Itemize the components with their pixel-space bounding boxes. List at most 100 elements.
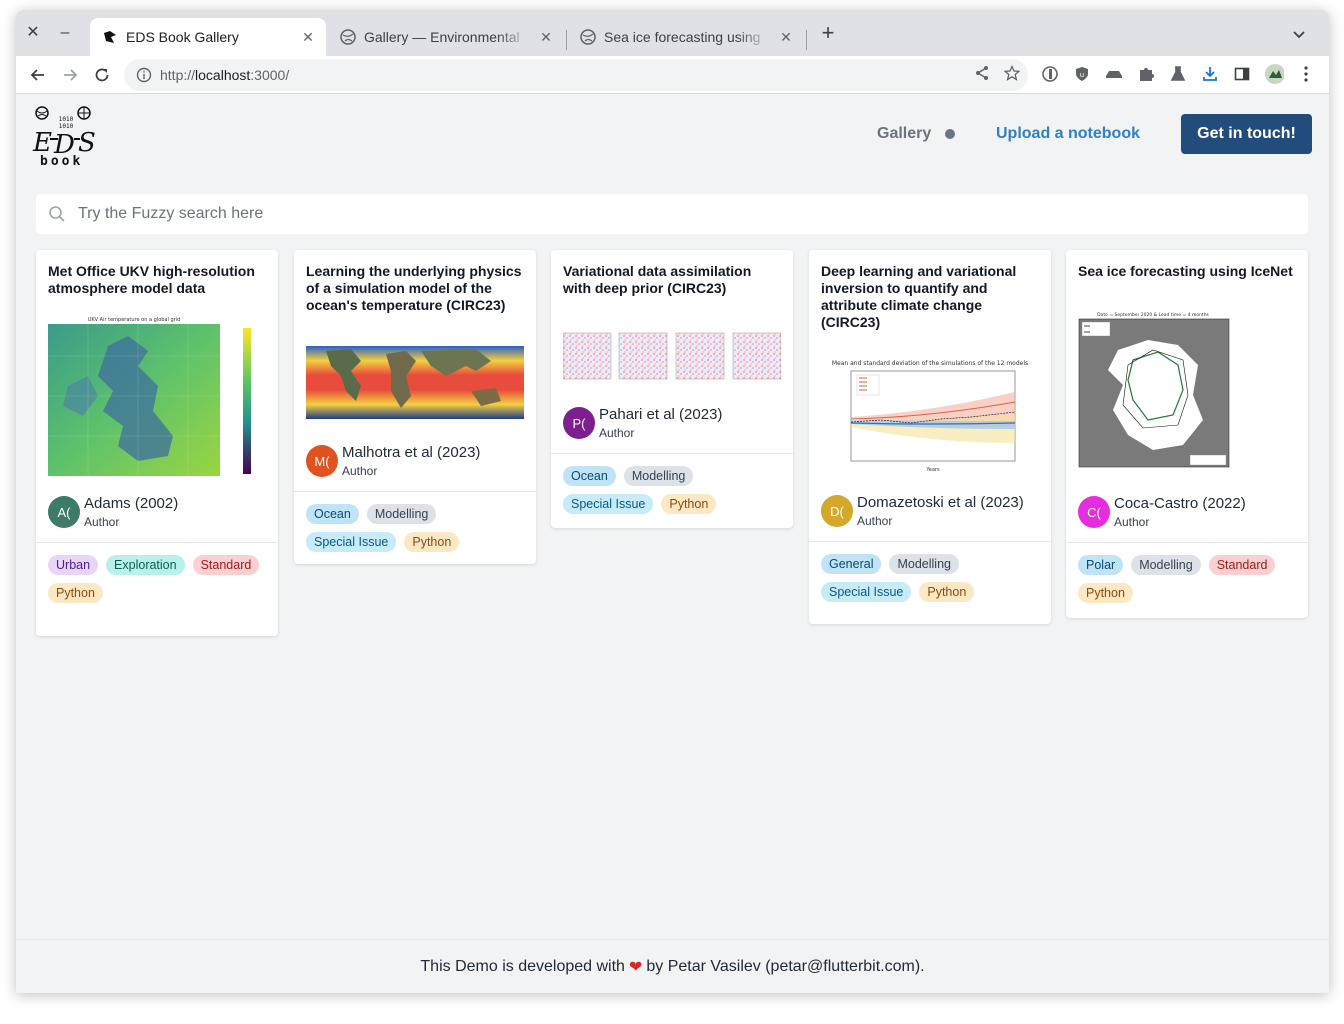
card-thumbnail[interactable]: Date = September 2020 & Lead time = 4 mo… [1078,310,1296,468]
new-tab-plus-icon[interactable]: + [816,22,840,46]
site-info-icon[interactable] [128,67,160,83]
card-title: Deep learning and variational inversion … [821,263,1017,330]
browser-window: ✕ – EDS Book Gallery ✕ Gallery — Environ… [16,10,1329,993]
tag-urban[interactable]: Urban [48,555,99,575]
notebook-card[interactable]: Variational data assimilation with deep … [551,250,793,528]
card-title: Variational data assimilation with deep … [563,263,752,296]
card-thumbnail[interactable]: Mean and standard deviation of the simul… [821,357,1039,479]
author-role: Author [857,514,893,528]
active-indicator-dot [945,129,956,139]
author-name: Pahari et al (2023) [599,406,723,423]
notebook-card[interactable]: Met Office UKV high-resolution atmospher… [36,250,278,636]
extension-flask-icon[interactable] [1168,64,1188,84]
close-tab-icon[interactable]: ✕ [538,29,554,46]
author-block: A( Adams (2002) Author [36,494,278,530]
address-bar[interactable]: http://localhost:3000/ [124,59,1028,91]
chevron-down-icon[interactable] [1289,24,1309,44]
tab-separator [806,30,807,50]
eds-book-logo[interactable]: 1010 1010 E D S book [30,101,102,169]
eds-favicon-icon [102,29,118,45]
tab-gallery-environmental[interactable]: Gallery — Environmental ✕ [328,18,564,56]
fuzzy-search-input[interactable]: Try the Fuzzy search here [36,194,1308,234]
tag-standard[interactable]: Standard [192,555,260,575]
tag-ocean[interactable]: Ocean [306,504,359,524]
tag-list: Ocean Modelling Special Issue Python [294,492,536,560]
author-name: Malhotra et al (2023) [342,444,481,461]
tag-python[interactable]: Python [404,532,460,552]
extensions-puzzle-icon[interactable] [1136,64,1156,84]
extension-privacy-icon[interactable] [1040,64,1060,84]
author-block: D( Domazetoski et al (2023) Author [809,493,1051,529]
tab-separator [566,30,567,50]
profile-avatar-icon[interactable] [1264,64,1284,84]
reload-icon[interactable] [88,61,116,89]
tag-modelling[interactable]: Modelling [889,554,959,574]
notebook-card[interactable]: Sea ice forecasting using IceNet Date = … [1066,250,1308,618]
tag-standard[interactable]: Standard [1208,555,1276,575]
back-arrow-icon[interactable] [24,61,52,89]
tag-list: Urban Exploration Standard Python [36,543,278,611]
minimize-window-icon[interactable]: – [52,20,78,46]
bookmark-star-icon[interactable] [1003,64,1021,86]
card-thumbnail[interactable]: UKV Air temperature on a global grid [48,316,266,482]
search-icon [48,205,68,223]
tag-polar[interactable]: Polar [1078,555,1124,575]
extension-car-icon[interactable] [1104,64,1124,84]
tab-eds-book-gallery[interactable]: EDS Book Gallery ✕ [90,18,326,56]
tab-sea-ice-forecasting[interactable]: Sea ice forecasting using ✕ [568,18,804,56]
tag-general[interactable]: General [821,554,882,574]
thumbnail-caption: UKV Air temperature on a global grid [88,317,181,323]
notebook-card[interactable]: Learning the underlying physics of a sim… [294,250,536,564]
tag-special-issue[interactable]: Special Issue [821,582,912,602]
tab-title: EDS Book Gallery [126,29,239,45]
tag-list: Ocean Modelling Special Issue Python [551,454,793,522]
nav-upload-link[interactable]: Upload a notebook [996,125,1140,143]
tag-python[interactable]: Python [919,582,975,602]
heart-icon: ❤ [628,958,643,976]
author-role: Author [599,426,635,440]
globe-icon [340,29,356,45]
tag-special-issue[interactable]: Special Issue [306,532,397,552]
avatar: P( [563,407,595,439]
download-icon[interactable] [1200,64,1220,84]
card-thumbnail[interactable] [562,329,782,381]
tag-modelling[interactable]: Modelling [366,504,437,524]
thumbnail-caption: Mean and standard deviation of the simul… [832,360,1028,367]
tag-special-issue[interactable]: Special Issue [563,494,654,514]
card-title: Learning the underlying physics of a sim… [306,263,522,313]
card-thumbnail[interactable] [306,346,524,419]
url-text: http://localhost:3000/ [160,67,290,83]
page-footer: This Demo is developed with ❤ by Petar V… [16,939,1329,993]
thumbnail-caption: Date = September 2020 & Lead time = 4 mo… [1097,312,1209,318]
card-title: Met Office UKV high-resolution atmospher… [48,263,255,296]
author-block: P( Pahari et al (2023) Author [551,405,793,441]
tag-modelling[interactable]: Modelling [1131,555,1201,575]
tag-modelling[interactable]: Modelling [623,466,694,486]
close-tab-icon[interactable]: ✕ [300,29,316,46]
forward-arrow-icon[interactable] [56,61,84,89]
extension-shield-icon[interactable]: u [1072,64,1092,84]
tag-python[interactable]: Python [661,494,717,514]
tag-python[interactable]: Python [1078,583,1133,603]
author-role: Author [84,515,120,529]
tag-ocean[interactable]: Ocean [563,466,616,486]
more-menu-icon[interactable] [1296,64,1316,84]
get-in-touch-button[interactable]: Get in touch! [1181,114,1312,154]
tab-title: Gallery — Environmental [364,29,520,45]
tab-strip: ✕ – EDS Book Gallery ✕ Gallery — Environ… [16,10,1329,56]
side-panel-icon[interactable] [1232,64,1252,84]
footer-text-before: This Demo is developed with [420,957,625,975]
notebook-card[interactable]: Deep learning and variational inversion … [809,250,1051,624]
tag-exploration[interactable]: Exploration [106,555,185,575]
author-role: Author [1114,515,1150,529]
share-icon[interactable] [974,65,990,86]
close-tab-icon[interactable]: ✕ [778,29,794,46]
close-window-icon[interactable]: ✕ [20,20,46,46]
card-title: Sea ice forecasting using IceNet [1078,263,1293,279]
tag-python[interactable]: Python [48,583,103,603]
nav-gallery-link[interactable]: Gallery [877,125,956,143]
svg-text:Years: Years [925,467,940,473]
author-block: C( Coca-Castro (2022) Author [1066,494,1308,530]
avatar: C( [1078,496,1110,528]
nav-gallery-label: Gallery [877,125,932,142]
